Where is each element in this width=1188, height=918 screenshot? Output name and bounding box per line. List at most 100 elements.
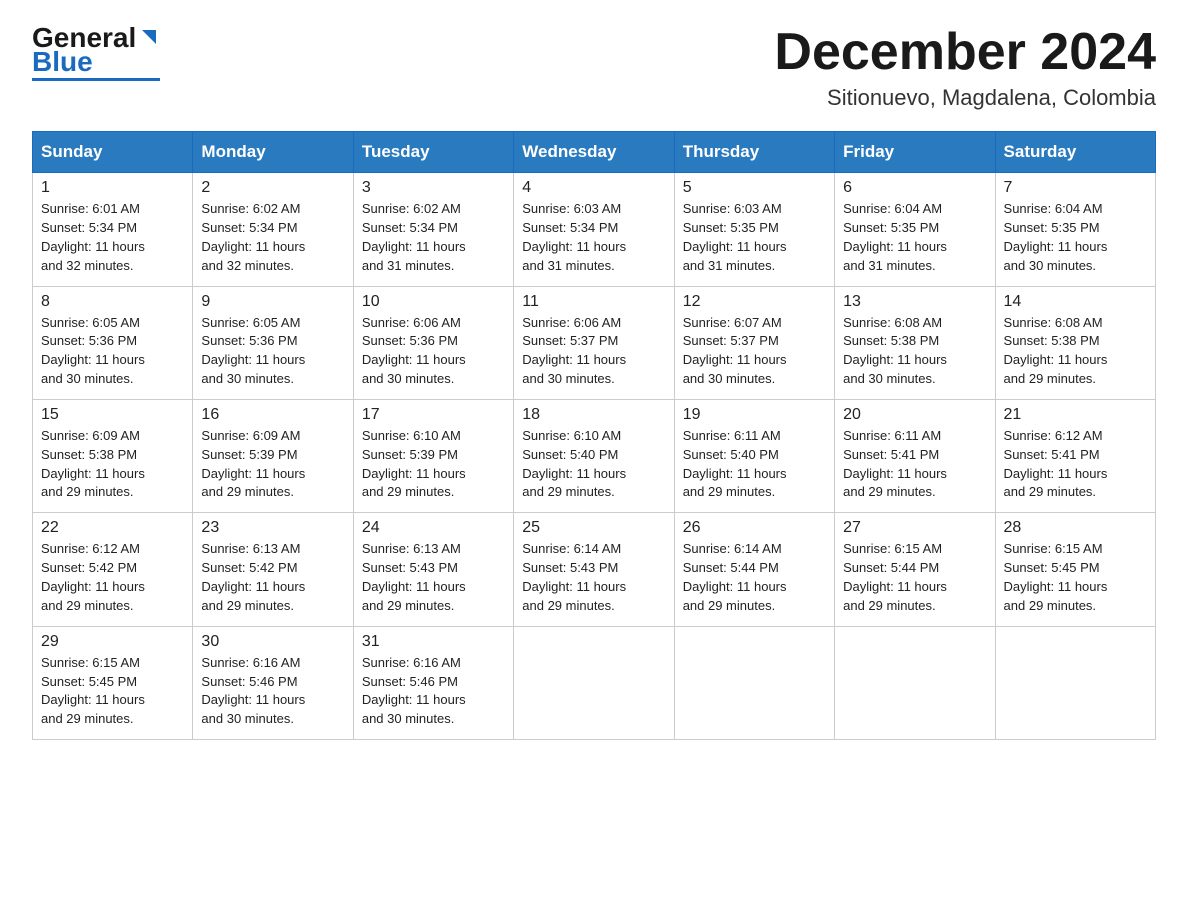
week-row-2: 8 Sunrise: 6:05 AMSunset: 5:36 PMDayligh… xyxy=(33,286,1156,399)
day-number: 10 xyxy=(362,293,505,311)
day-info: Sunrise: 6:04 AMSunset: 5:35 PMDaylight:… xyxy=(1004,201,1108,273)
calendar-cell: 6 Sunrise: 6:04 AMSunset: 5:35 PMDayligh… xyxy=(835,173,995,286)
week-row-3: 15 Sunrise: 6:09 AMSunset: 5:38 PMDaylig… xyxy=(33,399,1156,512)
header-day-thursday: Thursday xyxy=(674,132,834,173)
day-info: Sunrise: 6:15 AMSunset: 5:45 PMDaylight:… xyxy=(41,655,145,727)
day-info: Sunrise: 6:13 AMSunset: 5:43 PMDaylight:… xyxy=(362,541,466,613)
header-day-tuesday: Tuesday xyxy=(353,132,513,173)
calendar-table: SundayMondayTuesdayWednesdayThursdayFrid… xyxy=(32,131,1156,740)
day-info: Sunrise: 6:14 AMSunset: 5:44 PMDaylight:… xyxy=(683,541,787,613)
calendar-cell: 23 Sunrise: 6:13 AMSunset: 5:42 PMDaylig… xyxy=(193,513,353,626)
day-number: 7 xyxy=(1004,179,1147,197)
day-info: Sunrise: 6:03 AMSunset: 5:34 PMDaylight:… xyxy=(522,201,626,273)
day-number: 24 xyxy=(362,519,505,537)
day-number: 27 xyxy=(843,519,986,537)
calendar-cell: 3 Sunrise: 6:02 AMSunset: 5:34 PMDayligh… xyxy=(353,173,513,286)
day-info: Sunrise: 6:08 AMSunset: 5:38 PMDaylight:… xyxy=(843,315,947,387)
day-number: 22 xyxy=(41,519,184,537)
title-section: December 2024 Sitionuevo, Magdalena, Col… xyxy=(774,24,1156,111)
day-info: Sunrise: 6:08 AMSunset: 5:38 PMDaylight:… xyxy=(1004,315,1108,387)
day-number: 13 xyxy=(843,293,986,311)
day-info: Sunrise: 6:15 AMSunset: 5:44 PMDaylight:… xyxy=(843,541,947,613)
day-info: Sunrise: 6:05 AMSunset: 5:36 PMDaylight:… xyxy=(41,315,145,387)
day-number: 19 xyxy=(683,406,826,424)
calendar-cell: 25 Sunrise: 6:14 AMSunset: 5:43 PMDaylig… xyxy=(514,513,674,626)
day-number: 6 xyxy=(843,179,986,197)
month-title: December 2024 xyxy=(774,24,1156,81)
calendar-cell: 12 Sunrise: 6:07 AMSunset: 5:37 PMDaylig… xyxy=(674,286,834,399)
day-info: Sunrise: 6:01 AMSunset: 5:34 PMDaylight:… xyxy=(41,201,145,273)
day-number: 21 xyxy=(1004,406,1147,424)
day-info: Sunrise: 6:09 AMSunset: 5:38 PMDaylight:… xyxy=(41,428,145,500)
calendar-cell: 11 Sunrise: 6:06 AMSunset: 5:37 PMDaylig… xyxy=(514,286,674,399)
day-info: Sunrise: 6:06 AMSunset: 5:37 PMDaylight:… xyxy=(522,315,626,387)
day-info: Sunrise: 6:09 AMSunset: 5:39 PMDaylight:… xyxy=(201,428,305,500)
day-number: 18 xyxy=(522,406,665,424)
calendar-cell: 20 Sunrise: 6:11 AMSunset: 5:41 PMDaylig… xyxy=(835,399,995,512)
day-info: Sunrise: 6:07 AMSunset: 5:37 PMDaylight:… xyxy=(683,315,787,387)
day-info: Sunrise: 6:14 AMSunset: 5:43 PMDaylight:… xyxy=(522,541,626,613)
day-info: Sunrise: 6:06 AMSunset: 5:36 PMDaylight:… xyxy=(362,315,466,387)
header-day-friday: Friday xyxy=(835,132,995,173)
day-info: Sunrise: 6:10 AMSunset: 5:40 PMDaylight:… xyxy=(522,428,626,500)
day-number: 2 xyxy=(201,179,344,197)
day-info: Sunrise: 6:04 AMSunset: 5:35 PMDaylight:… xyxy=(843,201,947,273)
calendar-cell: 22 Sunrise: 6:12 AMSunset: 5:42 PMDaylig… xyxy=(33,513,193,626)
day-info: Sunrise: 6:16 AMSunset: 5:46 PMDaylight:… xyxy=(201,655,305,727)
day-number: 4 xyxy=(522,179,665,197)
calendar-cell xyxy=(674,626,834,739)
calendar-cell: 29 Sunrise: 6:15 AMSunset: 5:45 PMDaylig… xyxy=(33,626,193,739)
day-info: Sunrise: 6:13 AMSunset: 5:42 PMDaylight:… xyxy=(201,541,305,613)
header-day-saturday: Saturday xyxy=(995,132,1155,173)
calendar-cell: 5 Sunrise: 6:03 AMSunset: 5:35 PMDayligh… xyxy=(674,173,834,286)
day-info: Sunrise: 6:02 AMSunset: 5:34 PMDaylight:… xyxy=(362,201,466,273)
day-info: Sunrise: 6:10 AMSunset: 5:39 PMDaylight:… xyxy=(362,428,466,500)
day-number: 9 xyxy=(201,293,344,311)
calendar-cell: 2 Sunrise: 6:02 AMSunset: 5:34 PMDayligh… xyxy=(193,173,353,286)
day-number: 31 xyxy=(362,633,505,651)
day-info: Sunrise: 6:12 AMSunset: 5:41 PMDaylight:… xyxy=(1004,428,1108,500)
calendar-cell xyxy=(514,626,674,739)
day-number: 17 xyxy=(362,406,505,424)
calendar-cell: 4 Sunrise: 6:03 AMSunset: 5:34 PMDayligh… xyxy=(514,173,674,286)
day-info: Sunrise: 6:11 AMSunset: 5:41 PMDaylight:… xyxy=(843,428,947,500)
calendar-cell: 17 Sunrise: 6:10 AMSunset: 5:39 PMDaylig… xyxy=(353,399,513,512)
day-info: Sunrise: 6:05 AMSunset: 5:36 PMDaylight:… xyxy=(201,315,305,387)
day-number: 20 xyxy=(843,406,986,424)
calendar-cell: 1 Sunrise: 6:01 AMSunset: 5:34 PMDayligh… xyxy=(33,173,193,286)
calendar-cell xyxy=(995,626,1155,739)
day-number: 14 xyxy=(1004,293,1147,311)
day-number: 11 xyxy=(522,293,665,311)
calendar-cell: 27 Sunrise: 6:15 AMSunset: 5:44 PMDaylig… xyxy=(835,513,995,626)
header-row: SundayMondayTuesdayWednesdayThursdayFrid… xyxy=(33,132,1156,173)
day-number: 29 xyxy=(41,633,184,651)
calendar-cell: 7 Sunrise: 6:04 AMSunset: 5:35 PMDayligh… xyxy=(995,173,1155,286)
day-number: 28 xyxy=(1004,519,1147,537)
logo-triangle-icon xyxy=(138,26,160,48)
day-info: Sunrise: 6:02 AMSunset: 5:34 PMDaylight:… xyxy=(201,201,305,273)
week-row-5: 29 Sunrise: 6:15 AMSunset: 5:45 PMDaylig… xyxy=(33,626,1156,739)
day-number: 3 xyxy=(362,179,505,197)
calendar-cell: 10 Sunrise: 6:06 AMSunset: 5:36 PMDaylig… xyxy=(353,286,513,399)
calendar-cell: 9 Sunrise: 6:05 AMSunset: 5:36 PMDayligh… xyxy=(193,286,353,399)
calendar-cell: 8 Sunrise: 6:05 AMSunset: 5:36 PMDayligh… xyxy=(33,286,193,399)
calendar-cell: 30 Sunrise: 6:16 AMSunset: 5:46 PMDaylig… xyxy=(193,626,353,739)
calendar-cell: 26 Sunrise: 6:14 AMSunset: 5:44 PMDaylig… xyxy=(674,513,834,626)
day-info: Sunrise: 6:11 AMSunset: 5:40 PMDaylight:… xyxy=(683,428,787,500)
day-number: 23 xyxy=(201,519,344,537)
calendar-cell: 18 Sunrise: 6:10 AMSunset: 5:40 PMDaylig… xyxy=(514,399,674,512)
calendar-cell: 16 Sunrise: 6:09 AMSunset: 5:39 PMDaylig… xyxy=(193,399,353,512)
page-header: General Blue December 2024 Sitionuevo, M… xyxy=(32,24,1156,111)
calendar-cell: 15 Sunrise: 6:09 AMSunset: 5:38 PMDaylig… xyxy=(33,399,193,512)
calendar-cell: 31 Sunrise: 6:16 AMSunset: 5:46 PMDaylig… xyxy=(353,626,513,739)
week-row-1: 1 Sunrise: 6:01 AMSunset: 5:34 PMDayligh… xyxy=(33,173,1156,286)
calendar-cell: 28 Sunrise: 6:15 AMSunset: 5:45 PMDaylig… xyxy=(995,513,1155,626)
calendar-cell: 13 Sunrise: 6:08 AMSunset: 5:38 PMDaylig… xyxy=(835,286,995,399)
calendar-cell xyxy=(835,626,995,739)
header-day-wednesday: Wednesday xyxy=(514,132,674,173)
day-number: 16 xyxy=(201,406,344,424)
location-subtitle: Sitionuevo, Magdalena, Colombia xyxy=(774,85,1156,111)
day-number: 26 xyxy=(683,519,826,537)
day-number: 8 xyxy=(41,293,184,311)
day-number: 30 xyxy=(201,633,344,651)
